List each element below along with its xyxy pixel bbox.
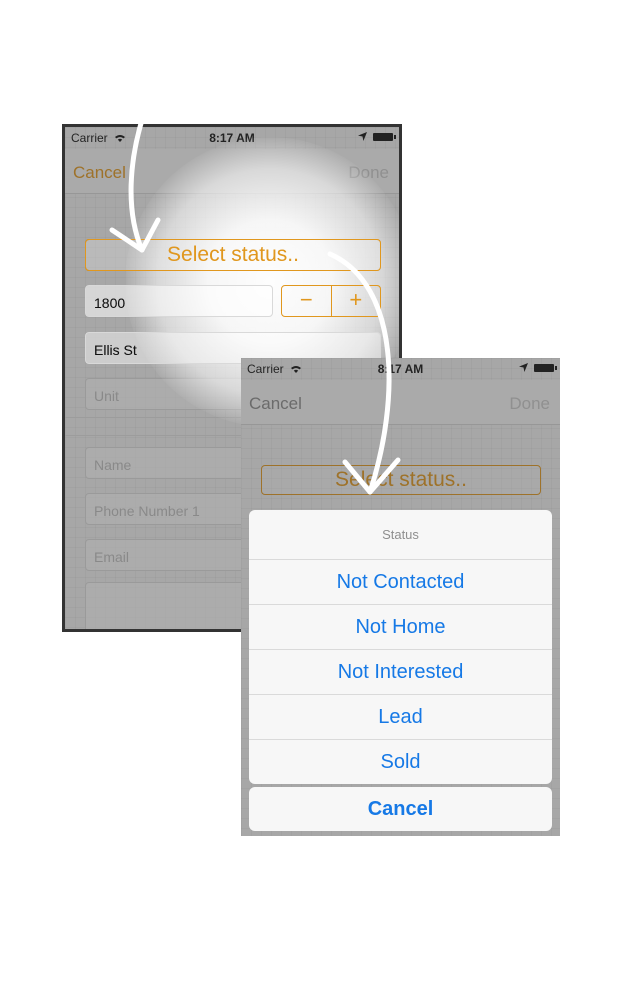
annotation-arrows [109,117,401,495]
arrowhead [342,457,401,495]
arrow-to-action-sheet [327,251,392,495]
arrow-to-status-button [128,117,145,253]
